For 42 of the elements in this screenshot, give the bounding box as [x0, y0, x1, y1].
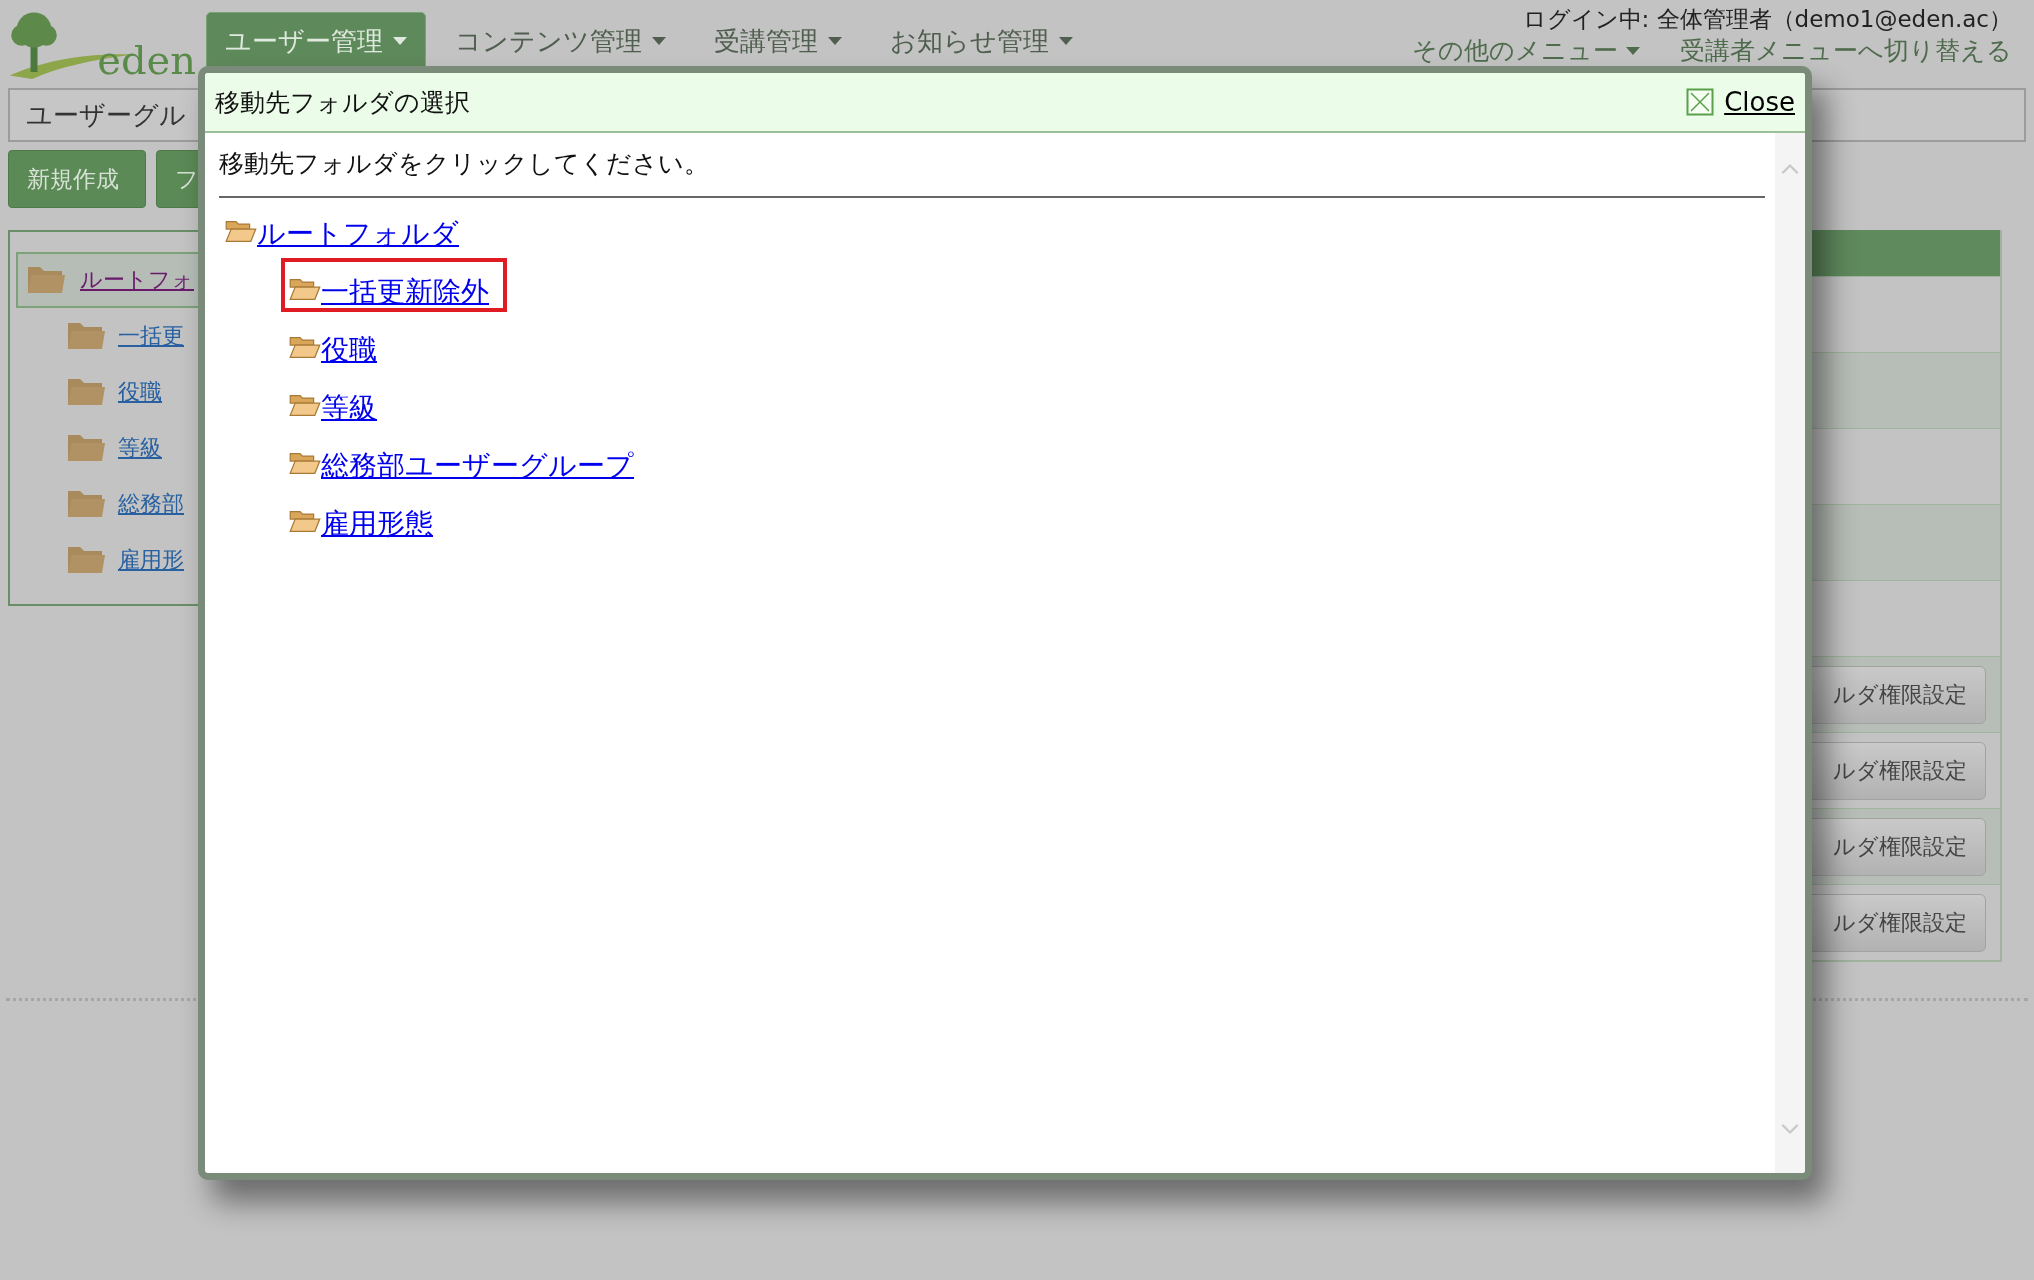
folder-icon [289, 451, 321, 476]
scrollbar[interactable] [1775, 133, 1805, 1173]
folder-link[interactable]: 等級 [118, 433, 162, 463]
caret-icon [1626, 46, 1640, 55]
folder-icon [289, 509, 321, 534]
nav-tab[interactable]: コンテンツ管理 [436, 12, 685, 70]
folder-link[interactable]: 一括更 [118, 321, 184, 351]
folder-link[interactable]: 総務部 [118, 489, 184, 519]
folder-icon [289, 277, 321, 302]
nav-tab[interactable]: お知らせ管理 [871, 12, 1092, 70]
folder-icon [289, 393, 321, 418]
caret-icon [1059, 37, 1073, 45]
folder-link[interactable]: ルートフォルダ [257, 215, 459, 252]
folder-icon [26, 265, 66, 295]
caret-icon [828, 37, 842, 45]
folder-link[interactable]: ルートフォ [80, 265, 194, 295]
folder-link[interactable]: 総務部ユーザーグループ [321, 447, 634, 484]
caret-icon [393, 37, 407, 45]
close-icon[interactable] [1686, 88, 1715, 116]
menu-dropdown[interactable]: その他のメニュー [1412, 37, 1640, 65]
folder-link[interactable]: 雇用形 [118, 545, 184, 575]
login-status: ログイン中: 全体管理者（demo1@eden.ac） [1522, 5, 2012, 34]
folder-icon [66, 321, 106, 351]
nav-tab[interactable]: 受講管理 [695, 12, 861, 70]
instruction-text: 移動先フォルダをクリックしてください。 [219, 148, 710, 180]
close-link[interactable]: Close [1724, 87, 1795, 117]
toolbar-button[interactable]: 新規作成 [8, 150, 146, 208]
dialog-title: 移動先フォルダの選択 [215, 86, 470, 119]
folder-link[interactable]: 役職 [321, 331, 377, 368]
folder-icon [289, 335, 321, 360]
folder-link[interactable]: 等級 [321, 389, 377, 426]
logo-text: eden [97, 40, 196, 84]
folder-link[interactable]: 一括更新除外 [321, 273, 489, 310]
folder-link[interactable]: 役職 [118, 377, 162, 407]
folder-icon [66, 545, 106, 575]
header-link[interactable]: 受講者メニューへ切り替える [1680, 37, 2012, 65]
folder-icon [66, 377, 106, 407]
folder-icon [66, 489, 106, 519]
caret-icon [652, 37, 666, 45]
folder-icon [225, 219, 257, 244]
folder-icon [66, 433, 106, 463]
folder-link[interactable]: 雇用形態 [321, 505, 433, 542]
